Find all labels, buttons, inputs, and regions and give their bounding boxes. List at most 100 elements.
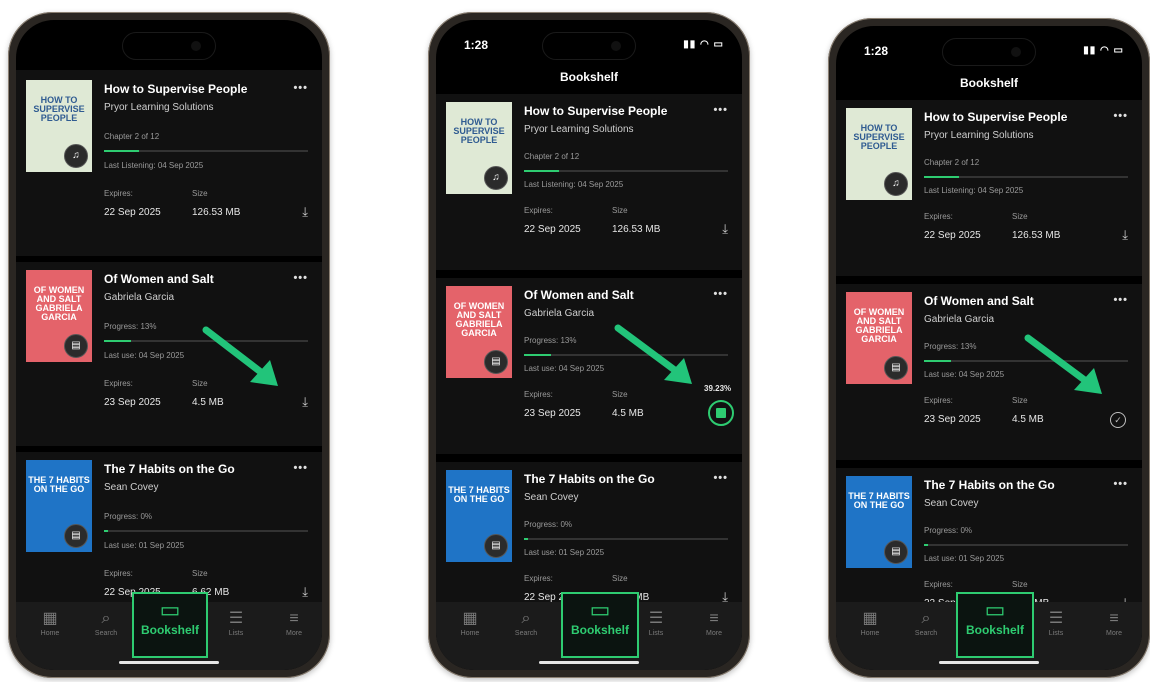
tab-label: Home: [460, 630, 480, 637]
progress-fill: [104, 150, 139, 152]
more-icon[interactable]: •••: [1113, 294, 1128, 306]
size-label: Size: [1012, 580, 1028, 589]
page-title: Bookshelf: [959, 76, 1018, 90]
screen: 1:28 ▮▮ ◠ ▭ Bookshelf HOW TO SUPERVISE P…: [836, 26, 1142, 670]
list-item[interactable]: OF WOMEN AND SALT GABRIELA GARCIA ▤ Of W…: [836, 284, 1142, 460]
screen: 1:28 ▮▮ ◠ ▭ Bookshelf HOW TO SUPERVISE P…: [436, 20, 742, 670]
more-icon[interactable]: •••: [1113, 110, 1128, 122]
more-icon[interactable]: •••: [1113, 478, 1128, 490]
book-icon: ▤: [884, 356, 908, 380]
tab-label: More: [1106, 630, 1122, 637]
expires-label: Expires:: [924, 396, 953, 405]
tab-bookshelf[interactable]: ▭ Bookshelf: [956, 592, 1034, 658]
size-value: 126.53 MB: [1012, 230, 1061, 241]
book-cover[interactable]: HOW TO SUPERVISE PEOPLE ♫: [26, 80, 92, 172]
more-icon[interactable]: •••: [713, 104, 728, 116]
book-title[interactable]: How to Supervise People: [524, 104, 667, 118]
status-icons: ▮▮ ◠ ▭: [683, 39, 724, 50]
book-cover[interactable]: HOW TO SUPERVISE PEOPLE ♫: [446, 102, 512, 194]
tab-label: Search: [94, 630, 118, 637]
book-cover[interactable]: OF WOMEN AND SALT GABRIELA GARCIA ▤: [446, 286, 512, 378]
download-icon[interactable]: ⤓: [302, 584, 308, 600]
tab-more[interactable]: ≡ More: [692, 610, 736, 637]
tab-home[interactable]: ▦ Home: [28, 610, 72, 637]
progress-bar: [104, 150, 308, 152]
list-item[interactable]: HOW TO SUPERVISE PEOPLE ♫ How to Supervi…: [436, 94, 742, 270]
tab-bookshelf[interactable]: ▭ Bookshelf: [561, 592, 639, 658]
book-author: Pryor Learning Solutions: [524, 124, 634, 135]
list-item[interactable]: HOW TO SUPERVISE PEOPLE ♫ How to Supervi…: [16, 70, 322, 256]
book-cover[interactable]: THE 7 HABITS ON THE GO ▤: [846, 476, 912, 568]
more-icon[interactable]: •••: [713, 288, 728, 300]
book-cover[interactable]: HOW TO SUPERVISE PEOPLE ♫: [846, 108, 912, 200]
bookshelf-icon: ▭: [159, 597, 181, 622]
progress-text: Progress: 13%: [924, 342, 977, 351]
cover-text: OF WOMEN AND SALT GABRIELA GARCIA: [453, 301, 505, 338]
tab-label: More: [706, 630, 722, 637]
more-icon[interactable]: •••: [293, 272, 308, 284]
book-icon: ▤: [484, 534, 508, 558]
tab-label: More: [286, 630, 302, 637]
home-indicator: [939, 661, 1039, 664]
book-title[interactable]: The 7 Habits on the Go: [924, 478, 1055, 492]
book-icon: ▤: [64, 334, 88, 358]
stop-icon: [716, 408, 726, 418]
last-use: Last use: 01 Sep 2025: [104, 541, 185, 550]
book-title[interactable]: How to Supervise People: [924, 110, 1067, 124]
tab-home[interactable]: ▦ Home: [448, 610, 492, 637]
tab-more[interactable]: ≡ More: [1092, 610, 1136, 637]
book-title[interactable]: Of Women and Salt: [524, 288, 634, 302]
tab-lists[interactable]: ☰ Lists: [1034, 610, 1078, 637]
book-title[interactable]: Of Women and Salt: [924, 294, 1034, 308]
stop-download-button[interactable]: [708, 400, 734, 426]
download-icon[interactable]: ⤓: [302, 394, 308, 410]
home-indicator: [119, 661, 219, 664]
download-icon[interactable]: ⤓: [302, 204, 308, 220]
book-title[interactable]: The 7 Habits on the Go: [104, 462, 235, 476]
tab-label: Bookshelf: [570, 623, 629, 637]
status-bar: 1:28 ▮▮ ◠ ▭: [836, 40, 1142, 60]
expires-label: Expires:: [924, 212, 953, 221]
book-title[interactable]: The 7 Habits on the Go: [524, 472, 655, 486]
expires-value: 23 Sep 2025: [524, 408, 581, 419]
size-value: 126.53 MB: [612, 224, 661, 235]
tab-label: Lists: [648, 630, 664, 637]
green-arrow-icon: [202, 326, 278, 386]
more-icon[interactable]: •••: [713, 472, 728, 484]
progress-text: Chapter 2 of 12: [924, 158, 980, 167]
list-item[interactable]: OF WOMEN AND SALT GABRIELA GARCIA ▤ Of W…: [16, 262, 322, 446]
size-label: Size: [192, 569, 208, 578]
tab-bookshelf[interactable]: ▭ Bookshelf: [132, 592, 208, 658]
tab-search[interactable]: ⌕ Search: [904, 610, 948, 637]
expires-label: Expires:: [104, 379, 133, 388]
book-cover[interactable]: OF WOMEN AND SALT GABRIELA GARCIA ▤: [846, 292, 912, 384]
tab-search[interactable]: ⌕ Search: [84, 610, 128, 637]
more-icon[interactable]: •••: [293, 82, 308, 94]
tab-lists[interactable]: ☰ Lists: [634, 610, 678, 637]
tab-label: Home: [40, 630, 60, 637]
expires-label: Expires:: [524, 390, 553, 399]
downloaded-check-icon[interactable]: ✓: [1110, 412, 1126, 428]
last-use: Last use: 04 Sep 2025: [924, 370, 1005, 379]
more-icon[interactable]: •••: [293, 462, 308, 474]
expires-value: 22 Sep 2025: [524, 224, 581, 235]
tab-lists[interactable]: ☰ Lists: [214, 610, 258, 637]
tab-search[interactable]: ⌕ Search: [504, 610, 548, 637]
phone-2: 1:28 ▮▮ ◠ ▭ Bookshelf HOW TO SUPERVISE P…: [428, 12, 750, 678]
screen: HOW TO SUPERVISE PEOPLE ♫ How to Supervi…: [16, 20, 322, 670]
green-arrow-icon: [1024, 334, 1102, 394]
book-cover[interactable]: THE 7 HABITS ON THE GO ▤: [446, 470, 512, 562]
download-icon[interactable]: ⤓: [722, 221, 728, 237]
tab-home[interactable]: ▦ Home: [848, 610, 892, 637]
book-cover[interactable]: OF WOMEN AND SALT GABRIELA GARCIA ▤: [26, 270, 92, 362]
tab-more[interactable]: ≡ More: [272, 610, 316, 637]
list-item[interactable]: HOW TO SUPERVISE PEOPLE ♫ How to Supervi…: [836, 100, 1142, 276]
download-icon[interactable]: ⤓: [1122, 227, 1128, 243]
book-cover[interactable]: THE 7 HABITS ON THE GO ▤: [26, 460, 92, 552]
book-author: Gabriela Garcia: [524, 308, 595, 319]
progress-bar: [104, 530, 308, 532]
list-item[interactable]: OF WOMEN AND SALT GABRIELA GARCIA ▤ Of W…: [436, 278, 742, 454]
book-title[interactable]: Of Women and Salt: [104, 272, 214, 286]
menu-icon: ≡: [709, 610, 719, 627]
book-title[interactable]: How to Supervise People: [104, 82, 247, 96]
